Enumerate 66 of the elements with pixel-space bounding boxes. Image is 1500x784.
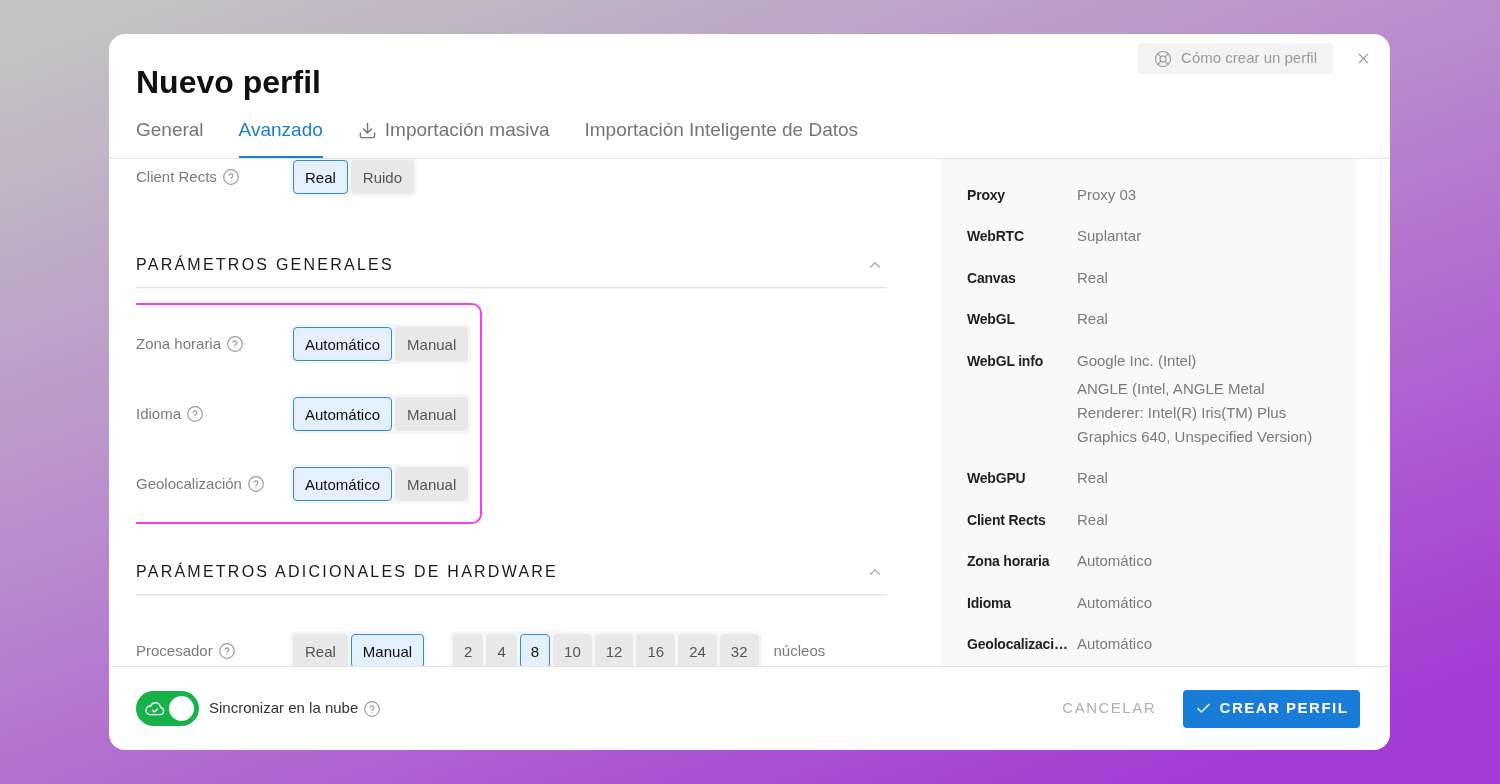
option-button[interactable]: Manual bbox=[395, 327, 469, 361]
summary-label: Canvas bbox=[967, 268, 1017, 288]
option-button[interactable]: 16 bbox=[636, 634, 676, 666]
help-icon[interactable] bbox=[227, 336, 244, 352]
unit-label: núcleos bbox=[773, 640, 826, 661]
setting-label: Client Rects bbox=[136, 166, 217, 187]
option-button[interactable]: Real bbox=[293, 160, 348, 194]
create-profile-button[interactable]: CREAR PERFIL bbox=[1183, 689, 1360, 728]
cloud-check-icon bbox=[145, 701, 165, 716]
option-button[interactable]: Manual bbox=[395, 467, 469, 501]
section-title: PARÁMETROS GENERALES bbox=[136, 254, 394, 275]
help-icon[interactable] bbox=[218, 643, 235, 659]
summary-label: Zona horaria bbox=[967, 552, 1051, 572]
summary-value: Google Inc. (Intel) bbox=[1077, 350, 1198, 371]
summary-value: Automático bbox=[1077, 634, 1154, 655]
cloud-sync-switch[interactable] bbox=[136, 691, 199, 726]
option-button[interactable]: Automático bbox=[293, 327, 393, 361]
option-button[interactable]: Manual bbox=[350, 634, 425, 666]
summary-value: Automático bbox=[1077, 551, 1154, 572]
option-button[interactable]: 10 bbox=[553, 634, 592, 666]
setting-label: Zona horaria bbox=[136, 333, 222, 354]
option-button[interactable]: Ruido bbox=[350, 160, 415, 194]
help-icon[interactable] bbox=[364, 700, 381, 717]
summary-detail: ANGLE (Intel, ANGLE Metal Renderer: Intel(R) Iris(TM) Plus Graphics 640, Unspecified Version) bbox=[1077, 378, 1314, 447]
summary-label: Client Rects bbox=[967, 510, 1047, 530]
option-button[interactable]: Real bbox=[293, 634, 348, 666]
tab[interactable]: Importación masiva bbox=[357, 118, 550, 158]
option-button[interactable]: Automático bbox=[293, 467, 393, 501]
switch-knob bbox=[169, 696, 194, 721]
summary-label: WebGL bbox=[967, 310, 1016, 330]
summary-value: Real bbox=[1077, 267, 1109, 288]
help-icon[interactable] bbox=[247, 476, 264, 492]
summary-label: Proxy bbox=[967, 185, 1006, 205]
summary-value: Suplantar bbox=[1077, 226, 1143, 247]
summary-value: Real bbox=[1077, 468, 1109, 489]
setting-label: Procesador bbox=[136, 640, 213, 661]
summary-label: WebGL info bbox=[967, 351, 1045, 371]
setting-label: Idioma bbox=[136, 403, 182, 424]
summary-value: Real bbox=[1077, 309, 1109, 330]
sync-label: Sincronizar en la nube bbox=[209, 698, 359, 719]
option-button[interactable]: Manual bbox=[395, 397, 469, 431]
option-button[interactable]: 4 bbox=[486, 634, 517, 666]
help-icon[interactable] bbox=[222, 169, 239, 185]
summary-label: Idioma bbox=[967, 593, 1012, 613]
section-header[interactable]: PARÁMETROS GENERALES bbox=[136, 253, 887, 288]
help-icon[interactable] bbox=[187, 406, 204, 422]
summary-label: WebGPU bbox=[967, 469, 1027, 489]
summary-label: WebRTC bbox=[967, 227, 1025, 247]
section-title: PARÁMETROS ADICIONALES DE HARDWARE bbox=[136, 561, 558, 582]
download-icon bbox=[357, 120, 377, 140]
option-button[interactable]: 8 bbox=[519, 634, 551, 666]
tab[interactable]: General bbox=[136, 118, 204, 158]
summary-value: Automático bbox=[1077, 592, 1154, 613]
section-header[interactable]: PARÁMETROS ADICIONALES DE HARDWARE bbox=[136, 560, 887, 595]
option-button[interactable]: 24 bbox=[678, 634, 717, 666]
lifebuoy-icon bbox=[1154, 49, 1173, 68]
summary-value: Proxy 03 bbox=[1077, 184, 1138, 205]
option-button[interactable]: Automático bbox=[293, 397, 393, 431]
option-button[interactable]: 32 bbox=[719, 634, 759, 666]
tab[interactable]: Importación Inteligente de Datos bbox=[584, 118, 859, 158]
dialog-title: Nuevo perfil bbox=[136, 63, 322, 101]
option-button[interactable]: 12 bbox=[594, 634, 634, 666]
setting-label: Geolocalización bbox=[136, 473, 242, 494]
summary-label: Geolocalizaci… bbox=[967, 635, 1069, 655]
option-button[interactable]: 2 bbox=[453, 634, 484, 666]
summary-value: Real bbox=[1077, 509, 1109, 530]
